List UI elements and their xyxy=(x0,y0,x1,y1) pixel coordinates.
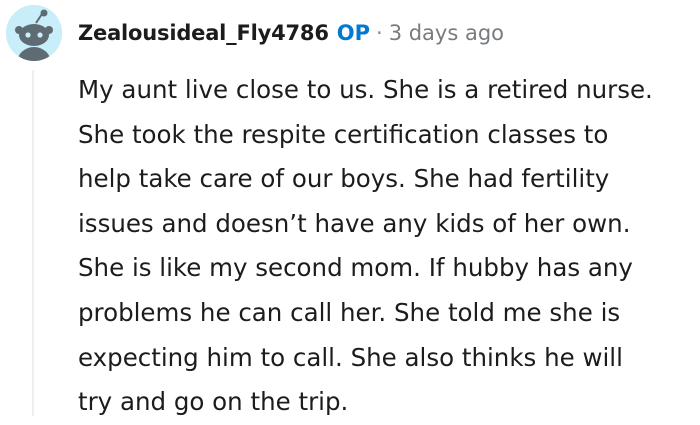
comment-line: help take care of our boys. She had fert… xyxy=(78,164,610,194)
username[interactable]: Zealousideal_Fly4786 xyxy=(78,21,329,45)
timestamp[interactable]: 3 days ago xyxy=(389,21,504,45)
comment-line: expecting him to call. She also thinks h… xyxy=(78,342,623,372)
comment-line: She is like my second mom. If hubby has … xyxy=(78,253,633,283)
comment-header: Zealousideal_Fly4786 OP · 3 days ago xyxy=(78,16,504,50)
separator-dot: · xyxy=(376,21,383,45)
snoo-avatar-icon xyxy=(6,5,62,61)
avatar[interactable] xyxy=(6,5,62,61)
comment-line: She took the respite certification class… xyxy=(78,119,609,149)
comment-body: My aunt live close to us. She is a retir… xyxy=(78,68,700,425)
thread-collapse-line[interactable] xyxy=(32,70,34,416)
op-badge: OP xyxy=(336,21,370,45)
comment-line: problems he can call her. She told me sh… xyxy=(78,297,621,327)
comment-line: issues and doesn’t have any kids of her … xyxy=(78,208,631,238)
comment-line: My aunt live close to us. She is a retir… xyxy=(78,75,653,104)
comment-line: try and go on the trip. xyxy=(78,387,349,417)
